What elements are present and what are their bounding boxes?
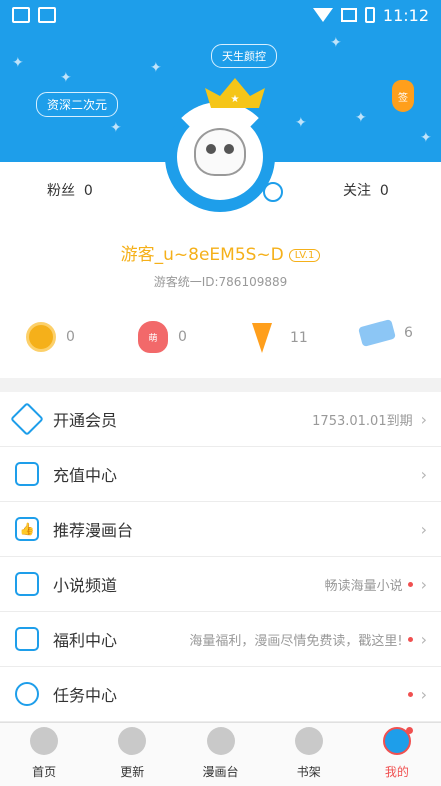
tab-mine[interactable]: 我的	[353, 723, 441, 786]
user-id: 游客统一ID:786109889	[153, 275, 288, 289]
bottom-tab-bar: 首页 更新 漫画台 书架 我的	[0, 722, 441, 786]
menu-item-tasks[interactable]: 任务中心 ›	[0, 667, 441, 722]
status-time: 11:12	[382, 5, 429, 25]
battery-icon	[364, 7, 375, 23]
crown-icon: ★	[205, 78, 265, 108]
chevron-right-icon: ›	[420, 409, 427, 429]
planet-icon	[206, 727, 235, 755]
checkin-carrot-icon[interactable]: 签	[392, 80, 414, 112]
menu-item-recharge[interactable]: 充值中心 ›	[0, 447, 441, 502]
refresh-icon[interactable]	[263, 182, 283, 202]
menu-item-novel[interactable]: 小说频道 畅读海量小说 ›	[0, 557, 441, 612]
bunny-icon	[15, 682, 39, 706]
chevron-right-icon: ›	[420, 464, 427, 484]
screen-icon	[38, 7, 56, 23]
tag-pill: 天生颜控	[211, 44, 277, 68]
assets-row: 0 萌 0 11 6	[0, 318, 441, 356]
tab-update[interactable]: 更新	[88, 723, 176, 786]
red-dot-badge	[407, 581, 413, 587]
wallet-icon	[15, 462, 39, 486]
menu-item-welfare[interactable]: 福利中心 海量福利，漫画尽情免费读，戳这里! ›	[0, 612, 441, 667]
moe-bag-icon: 萌	[138, 321, 168, 353]
gift-icon	[15, 627, 39, 651]
carrot-asset[interactable]: 11	[252, 323, 308, 353]
status-bar: 11:12	[0, 0, 441, 30]
home-icon	[30, 727, 59, 755]
username: 游客_u~8eEM5S~D	[120, 245, 284, 265]
follow-stat[interactable]: 关注 0	[343, 180, 389, 200]
book-icon	[15, 572, 39, 596]
rocket-icon	[118, 727, 147, 755]
menu-item-recommend[interactable]: 👍 推荐漫画台 ›	[0, 502, 441, 557]
wifi-icon	[312, 8, 333, 22]
coin-icon	[26, 322, 56, 352]
ticket-asset[interactable]: 6	[357, 318, 413, 348]
carrot-icon	[252, 323, 272, 353]
title-badge[interactable]: 资深二次元	[36, 92, 119, 117]
chevron-right-icon: ›	[420, 519, 427, 539]
ticket-icon	[357, 318, 397, 348]
level-badge: LV.1	[288, 249, 321, 262]
thumbs-up-icon: 👍	[15, 517, 39, 541]
avatar[interactable]: ★	[165, 78, 275, 212]
menu-item-vip[interactable]: 开通会员 1753.01.01到期 ›	[0, 392, 441, 447]
username-line: 游客_u~8eEM5S~D LV.1	[0, 240, 441, 265]
signal-icon	[340, 8, 357, 22]
menu-list: 开通会员 1753.01.01到期 › 充值中心 › 👍 推荐漫画台 › 小说频…	[0, 392, 441, 722]
cat-avatar-icon	[194, 128, 246, 176]
tab-manhuatai[interactable]: 漫画台	[176, 723, 264, 786]
vip-icon	[10, 402, 44, 436]
notification-icon	[12, 7, 30, 23]
fans-stat[interactable]: 粉丝 0	[47, 180, 93, 200]
red-dot-badge	[407, 691, 413, 697]
tab-home[interactable]: 首页	[0, 723, 88, 786]
tab-bookshelf[interactable]: 书架	[265, 723, 353, 786]
chevron-right-icon: ›	[420, 574, 427, 594]
astronaut-icon	[382, 727, 413, 755]
chevron-right-icon: ›	[420, 629, 427, 649]
chevron-right-icon: ›	[420, 684, 427, 704]
red-dot-badge	[407, 636, 413, 642]
svg-text:★: ★	[231, 94, 240, 105]
coin-asset[interactable]: 0	[26, 322, 75, 352]
moe-asset[interactable]: 萌 0	[138, 321, 187, 353]
bookshelf-icon	[294, 727, 323, 755]
